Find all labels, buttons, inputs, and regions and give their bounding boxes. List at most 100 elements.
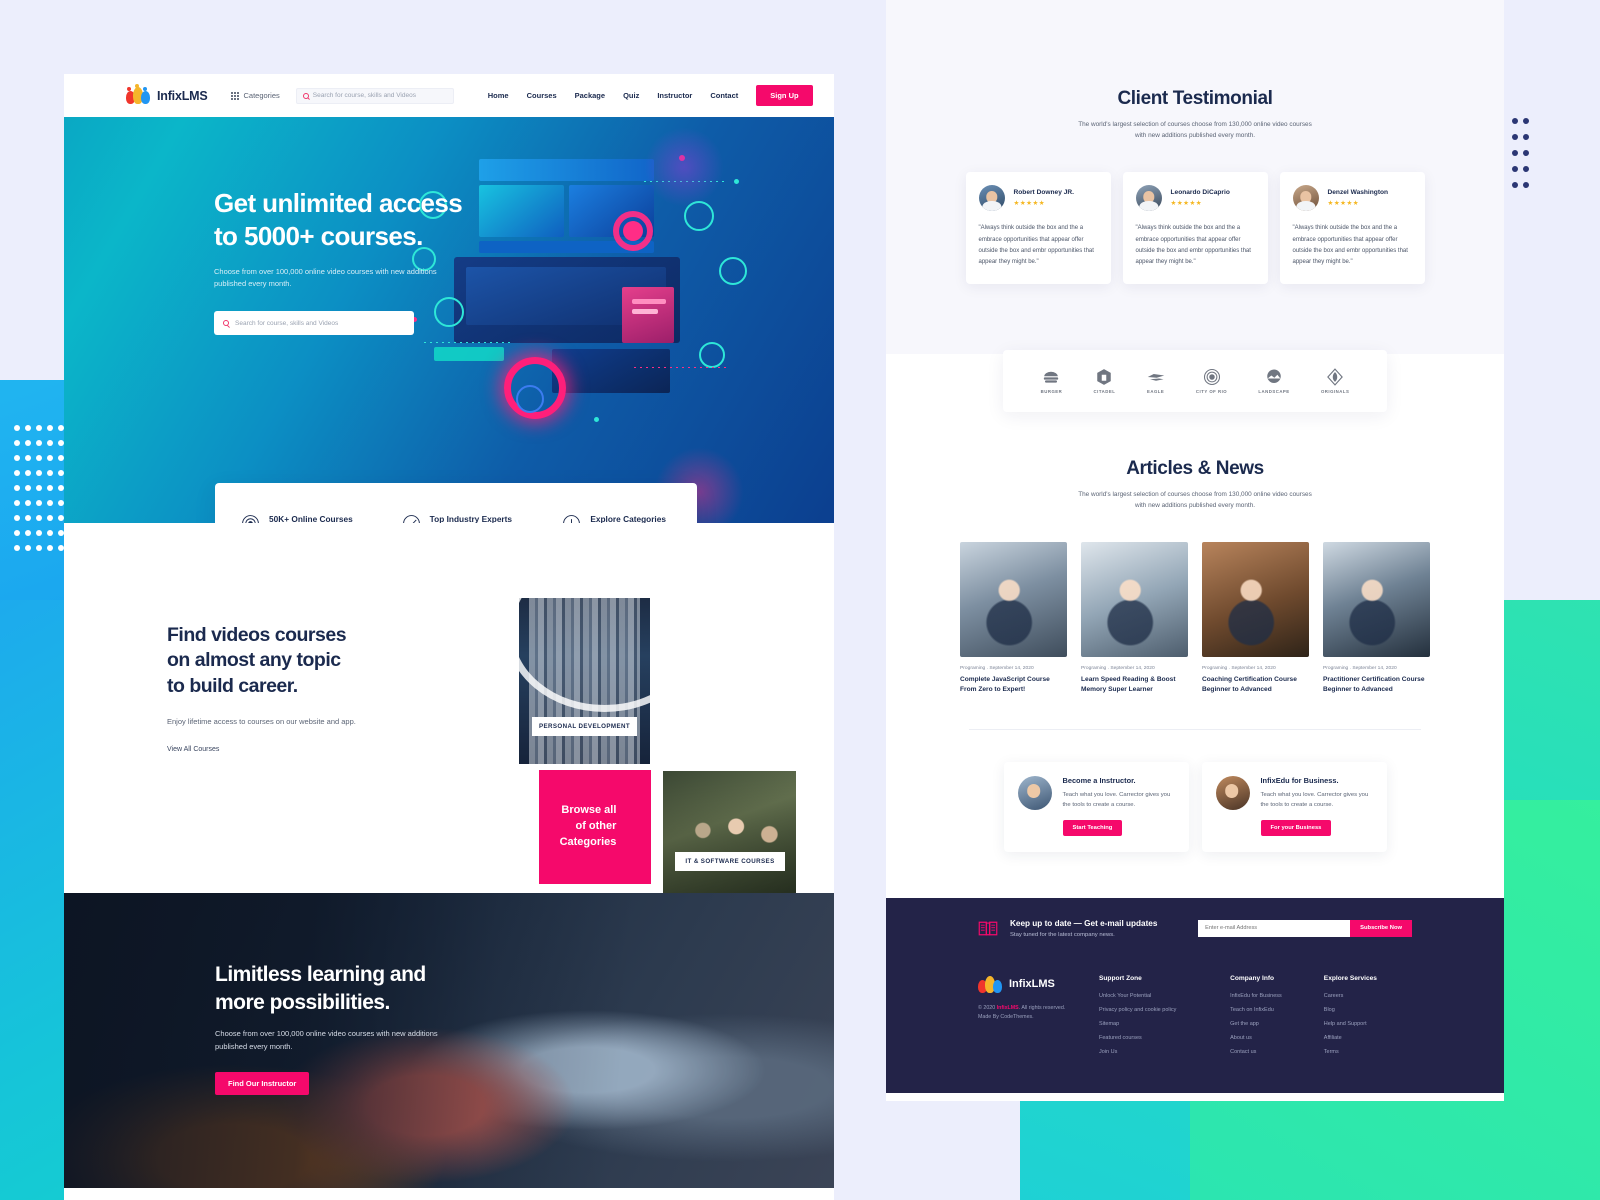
testimonial-card[interactable]: Denzel Washington ★★★★★ "Always think ou… <box>1279 172 1425 284</box>
brand-name: CITADEL <box>1093 388 1116 394</box>
footer-link[interactable]: Careers <box>1324 993 1412 999</box>
footer-link[interactable]: Sitemap <box>1099 1021 1230 1027</box>
testimonial-name: Leonardo DiCaprio <box>1170 189 1230 197</box>
for-your-business-button[interactable]: For your Business <box>1260 819 1332 836</box>
category-label: PERSONAL DEVELOPMENT <box>532 717 637 736</box>
hero-section: Get unlimited access to 5000+ courses. C… <box>64 117 834 523</box>
citadel-logo-icon <box>1097 368 1112 385</box>
nav-search-input[interactable]: Search for course, skills and Videos <box>295 87 454 104</box>
footer-brand-block: InfixLMS © 2020 InfixLMS. All rights res… <box>978 975 1099 1063</box>
footer-link[interactable]: Blog <box>1324 1007 1412 1013</box>
footer-link[interactable]: Privacy policy and cookie policy <box>1099 1007 1230 1013</box>
testimonial-quote: "Always think outside the box and the a … <box>1292 225 1408 265</box>
article-card-row: Programing . September 14, 2020 Complete… <box>886 542 1504 695</box>
footer-link[interactable]: Teach on InfixEdu <box>1230 1007 1324 1013</box>
hero-copy: Get unlimited access to 5000+ courses. C… <box>214 187 544 336</box>
grid-icon <box>231 91 240 100</box>
testimonial-heading: Client Testimonial <box>1117 88 1273 109</box>
view-all-courses-link[interactable]: View All Courses <box>167 746 219 753</box>
hero-search-input[interactable]: Search for course, skills and Videos <box>214 311 414 336</box>
brand-logo-burger[interactable]: BURGER <box>1041 368 1063 394</box>
brand-logos-section: BURGER CITADEL EAGLE CITY OF RIO LANDSCA… <box>886 327 1504 412</box>
footer-link[interactable]: Terms <box>1324 1049 1412 1055</box>
homepage-mockup-right: Client Testimonial The world's largest s… <box>886 0 1504 1101</box>
email-input[interactable] <box>1198 919 1351 937</box>
footer-logo[interactable]: InfixLMS <box>978 975 1099 994</box>
signup-button[interactable]: Sign Up <box>756 85 813 106</box>
brand-name: CITY OF RIO <box>1195 388 1228 394</box>
bottom-hero-subtitle: Choose from over 100,000 online video co… <box>215 1029 438 1052</box>
testimonial-quote: "Always think outside the box and the a … <box>1135 225 1251 265</box>
brand-logo-citadel[interactable]: CITADEL <box>1094 368 1116 394</box>
category-label: IT & SOFTWARE COURSES <box>675 852 785 871</box>
articles-section: Articles & News The world's largest sele… <box>886 411 1504 898</box>
subscribe-button[interactable]: Subscribe Now <box>1350 919 1412 937</box>
footer-link[interactable]: Join Us <box>1099 1049 1230 1055</box>
feature-item-experts[interactable]: Top Industry Experts Top instructors aro… <box>376 514 537 523</box>
find-heading-line3: to build career. <box>167 674 298 697</box>
cta-card-business[interactable]: InfixEdu for Business. Teach what you lo… <box>1201 761 1387 852</box>
feature-item-categories[interactable]: Explore Categories Build your library fo… <box>536 514 697 523</box>
footer-link[interactable]: About us <box>1230 1035 1324 1041</box>
bottom-hero-title: Limitless learning and more possibilitie… <box>215 961 545 1016</box>
find-courses-heading: Find videos courses on almost any topic … <box>167 623 397 699</box>
article-title: Coaching Certification Course Beginner t… <box>1202 676 1297 694</box>
infixlms-logo-icon <box>126 84 152 105</box>
start-teaching-button[interactable]: Start Teaching <box>1062 819 1123 836</box>
nav-link-contact[interactable]: Contact <box>710 91 738 100</box>
check-circle-icon <box>402 514 420 523</box>
category-tile-it-software[interactable]: IT & SOFTWARE COURSES <box>663 771 796 903</box>
brand-name: LANDSCAPE <box>1258 388 1290 394</box>
brand-logo[interactable]: InfixLMS <box>126 84 208 105</box>
testimonial-card[interactable]: Robert Downey JR. ★★★★★ "Always think ou… <box>965 172 1111 284</box>
category-tile-personal-development[interactable]: PERSONAL DEVELOPMENT <box>519 598 650 764</box>
nav-link-courses[interactable]: Courses <box>527 91 557 100</box>
footer-column-title: Explore Services <box>1323 974 1377 982</box>
nav-link-package[interactable]: Package <box>575 91 605 100</box>
article-card[interactable]: Programing . September 14, 2020 Coaching… <box>1202 542 1309 695</box>
article-card[interactable]: Programing . September 14, 2020 Complete… <box>960 542 1067 695</box>
article-card[interactable]: Programing . September 14, 2020 Practiti… <box>1323 542 1430 695</box>
articles-subtitle-line1: The world's largest selection of courses… <box>1078 490 1312 498</box>
footer-column-support: Support Zone Unlock Your Potential Priva… <box>1099 975 1230 1063</box>
originals-logo-icon <box>1327 368 1344 386</box>
footer-link[interactable]: Featured courses <box>1099 1035 1230 1041</box>
footer-column-title: Company Info <box>1230 974 1275 982</box>
cta-card-instructor[interactable]: Become a Instructor. Teach what you love… <box>1003 761 1189 852</box>
brand-logo-landscape[interactable]: LANDSCAPE <box>1258 368 1289 394</box>
browse-all-categories-tile[interactable]: Browse all of other Categories <box>539 770 651 884</box>
primary-nav: Home Courses Package Quiz Instructor Con… <box>488 91 739 100</box>
footer-link[interactable]: InfixEdu for Business <box>1230 993 1324 999</box>
find-instructor-button[interactable]: Find Our Instructor <box>215 1071 310 1095</box>
article-title: Complete JavaScript Course From Zero to … <box>960 676 1050 694</box>
cta-card-row: Become a Instructor. Teach what you love… <box>886 761 1504 898</box>
articles-subtitle-line2: with new additions published every month… <box>1134 501 1256 509</box>
clock-icon <box>563 514 581 523</box>
brand-logo-city-seal[interactable]: CITY OF RIO <box>1196 368 1227 394</box>
footer-link[interactable]: Unlock Your Potential <box>1099 993 1230 999</box>
footer: Keep up to date — Get e-mail updates Sta… <box>886 897 1504 1093</box>
brand-logo-eagle[interactable]: EAGLE <box>1147 368 1165 394</box>
book-icon <box>978 921 998 935</box>
feature-item-courses[interactable]: 50K+ Online Courses Enjoy lifetime acces… <box>215 514 376 523</box>
article-card[interactable]: Programing . September 14, 2020 Learn Sp… <box>1081 542 1188 695</box>
nav-link-instructor[interactable]: Instructor <box>657 91 692 100</box>
nav-link-quiz[interactable]: Quiz <box>623 91 639 100</box>
footer-link[interactable]: Affiliate <box>1324 1035 1412 1041</box>
rating-stars: ★★★★★ <box>1013 200 1046 208</box>
nav-link-home[interactable]: Home <box>488 91 509 100</box>
article-meta: Programing . September 14, 2020 <box>1202 666 1276 672</box>
footer-link[interactable]: Get the app <box>1230 1021 1324 1027</box>
footer-copyright: © 2020 InfixLMS. All rights reserved. Ma… <box>978 1004 1099 1024</box>
categories-menu[interactable]: Categories <box>231 91 280 100</box>
dot-grid-left <box>14 425 64 565</box>
footer-link[interactable]: Help and Support <box>1324 1021 1412 1027</box>
brand-logos-card: BURGER CITADEL EAGLE CITY OF RIO LANDSCA… <box>1003 349 1387 412</box>
burger-logo-icon <box>1044 371 1059 383</box>
testimonial-card[interactable]: Leonardo DiCaprio ★★★★★ "Always think ou… <box>1122 172 1268 284</box>
bottom-hero-line2: more possibilities. <box>215 990 390 1014</box>
find-heading-line2: on almost any topic <box>167 649 341 672</box>
footer-link[interactable]: Contact us <box>1230 1049 1324 1055</box>
brand-logo-originals[interactable]: ORIGINALS <box>1321 368 1349 394</box>
testimonial-section: Client Testimonial The world's largest s… <box>886 0 1504 328</box>
